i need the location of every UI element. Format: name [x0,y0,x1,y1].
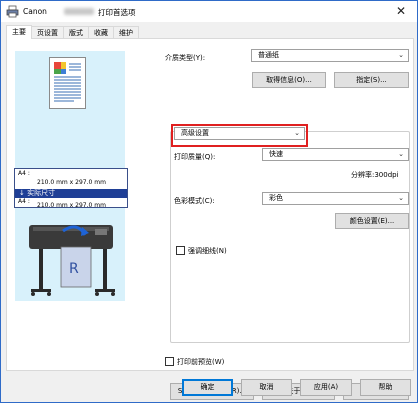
output-paper-dims: 210.0 mm x 297.0 mm [37,202,106,209]
media-type-select[interactable]: 普通纸 ⌄ [251,49,409,62]
print-quality-value: 快速 [269,150,283,158]
scale-band: ↓ 实际尺寸 [15,189,127,198]
chevron-down-icon: ⌄ [398,51,404,59]
color-settings-button[interactable]: 颜色设置(E)... [335,213,409,229]
chevron-down-icon: ⌄ [398,194,404,202]
mode-select[interactable]: 高级设置 ⌄ [174,127,305,140]
print-quality-label: 打印质量(Q): [174,153,216,161]
printer-app-icon [6,5,19,18]
main-tab-panel: A4 : 210.0 mm x 297.0 mm ↓ 实际尺寸 A4 : 210… [6,38,414,400]
window-title: 打印首选项 [98,8,136,17]
svg-text:R: R [69,261,79,277]
emphasize-thin-lines-label: 强调细线(N) [188,247,227,255]
color-mode-value: 彩色 [269,194,283,202]
help-button[interactable]: 帮助 [360,379,411,396]
close-button[interactable]: ✕ [391,3,411,19]
input-paper-dims: 210.0 mm x 297.0 mm [37,179,106,186]
title-bar: Canon 打印首选项 ✕ [1,1,417,22]
page-thumbnail [49,57,86,109]
output-paper-label: A4 : [18,198,30,205]
document-thumbnail-icon [54,62,81,102]
specify-button[interactable]: 指定(S)... [334,72,409,88]
arrow-down-icon: ↓ [19,189,25,197]
advanced-settings-group [170,131,410,343]
large-format-printer-icon: R [29,225,115,296]
scale-label: 实际尺寸 [27,189,56,197]
color-mode-select[interactable]: 彩色 ⌄ [262,192,409,205]
cancel-button[interactable]: 取消 [241,379,292,396]
print-quality-select[interactable]: 快速 ⌄ [262,148,409,161]
mode-value: 高级设置 [181,129,209,137]
emphasize-thin-lines-checkbox[interactable] [176,246,185,255]
tab-strip: 主要 页设置 版式 收藏 维护 [6,25,139,39]
media-type-label: 介质类型(Y): [165,54,206,62]
ok-button[interactable]: 确定 [182,379,233,396]
print-preview-checkbox[interactable] [165,357,174,366]
apply-button[interactable]: 应用(A) [300,379,352,396]
color-mode-label: 色彩模式(C): [174,197,215,205]
get-info-button[interactable]: 取得信息(O)... [252,72,326,88]
media-type-value: 普通纸 [258,51,279,59]
window-title-brand: Canon [23,7,47,16]
print-preview-label: 打印前预览(W) [177,358,225,366]
tab-main[interactable]: 主要 [6,25,32,39]
chevron-down-icon: ⌄ [294,129,300,137]
resolution-text: 分辨率:300dpi [351,171,399,179]
paper-size-summary: A4 : 210.0 mm x 297.0 mm ↓ 实际尺寸 A4 : 210… [14,168,128,209]
redacted-model-name [64,8,94,15]
chevron-down-icon: ⌄ [398,150,404,158]
print-preferences-window: Canon 打印首选项 ✕ 主要 页设置 版式 收藏 维护 A4: 210.0… [0,0,418,403]
input-paper-label: A4 : [18,170,30,177]
